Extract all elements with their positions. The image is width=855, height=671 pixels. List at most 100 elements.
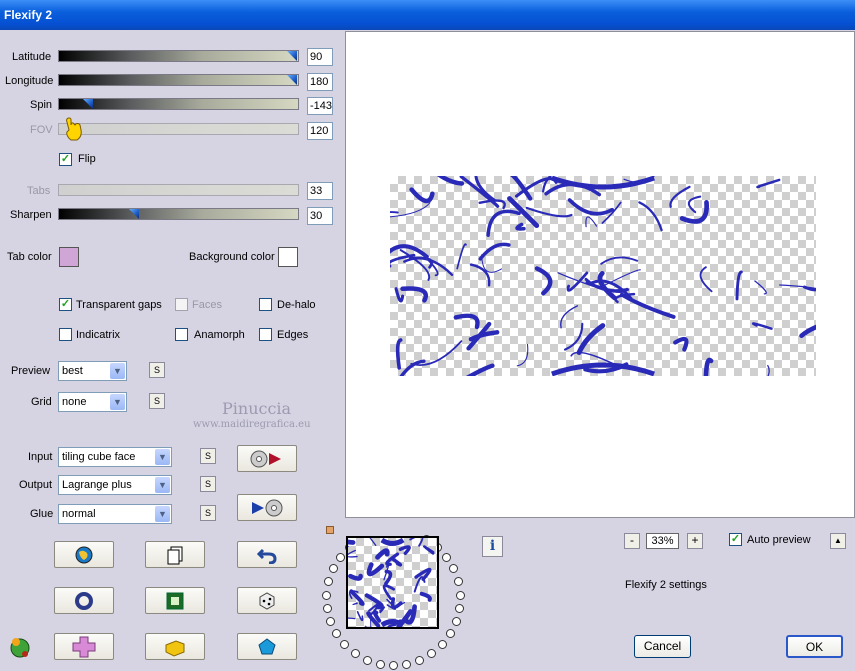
play-disc-icon — [252, 499, 283, 516]
fov-field[interactable]: 120 — [307, 122, 333, 140]
dehalo-checkbox[interactable] — [259, 298, 272, 311]
tab-color-label: Tab color — [7, 251, 52, 263]
dial-dot — [415, 655, 425, 665]
flip-label: Flip — [78, 153, 96, 165]
anamorph-label: Anamorph — [194, 329, 245, 341]
preview-s-button[interactable]: S — [149, 362, 165, 378]
dial-dot — [322, 604, 332, 614]
dial-dot — [340, 640, 350, 650]
latitude-slider[interactable] — [58, 50, 299, 62]
indicatrix-checkbox[interactable] — [59, 328, 72, 341]
latitude-thumb[interactable] — [287, 51, 297, 61]
brick-button[interactable] — [145, 633, 205, 660]
indicatrix-label: Indicatrix — [76, 329, 121, 341]
cancel-button[interactable]: Cancel — [634, 635, 691, 658]
input-select[interactable]: tiling cube face ▼ — [58, 447, 172, 467]
dial-dot — [324, 577, 334, 587]
dial-dot — [441, 552, 451, 562]
transparent-gaps-checkbox[interactable]: ✓ — [59, 298, 72, 311]
spin-thumb[interactable] — [83, 99, 93, 109]
chevron-down-icon: ▼ — [155, 506, 170, 522]
plus-shape-button[interactable] — [54, 633, 114, 660]
dial-dot — [453, 577, 463, 587]
load-input-button[interactable] — [237, 445, 297, 472]
faces-checkbox[interactable] — [175, 298, 188, 311]
auto-preview-label: Auto preview — [747, 534, 811, 546]
output-label: Output — [19, 479, 53, 491]
dial-dot — [375, 659, 385, 669]
info-button[interactable]: i — [482, 536, 503, 557]
chevron-down-icon: ▼ — [155, 477, 170, 493]
copy-button[interactable] — [145, 541, 205, 568]
tabs-slider[interactable] — [58, 184, 299, 196]
spin-slider[interactable] — [58, 98, 299, 110]
dice-icon — [259, 591, 275, 610]
randomize-button[interactable] — [54, 541, 114, 568]
background-color-swatch[interactable] — [278, 247, 298, 267]
brick-icon — [165, 639, 185, 657]
pentagon-icon — [258, 637, 276, 654]
grid-s-button[interactable]: S — [149, 393, 165, 409]
background-color-label: Background color — [189, 251, 275, 263]
ok-button[interactable]: OK — [786, 635, 843, 658]
ring-icon — [75, 591, 93, 610]
tabs-field[interactable]: 33 — [307, 182, 333, 200]
longitude-slider[interactable] — [58, 74, 299, 86]
input-s-button[interactable]: S — [200, 448, 216, 464]
longitude-field[interactable]: 180 — [307, 73, 333, 91]
sharpen-field[interactable]: 30 — [307, 207, 333, 225]
latitude-label: Latitude — [12, 51, 52, 63]
edges-checkbox[interactable] — [259, 328, 272, 341]
glue-select[interactable]: normal ▼ — [58, 504, 172, 524]
preview-art — [373, 152, 850, 394]
fov-slider[interactable] — [58, 123, 299, 135]
anamorph-checkbox[interactable] — [175, 328, 188, 341]
zoom-out-button[interactable]: - — [624, 533, 640, 549]
dial-dot — [328, 564, 338, 574]
dice-button[interactable] — [237, 587, 297, 614]
sharpen-slider[interactable] — [58, 208, 299, 220]
dial-dot — [445, 629, 455, 639]
save-output-button[interactable] — [237, 494, 297, 521]
output-select-value: Lagrange plus — [62, 479, 132, 491]
grid-select[interactable]: none ▼ — [58, 392, 127, 412]
longitude-thumb[interactable] — [287, 75, 297, 85]
chevron-down-icon: ▼ — [155, 449, 170, 465]
sharpen-label: Sharpen — [10, 209, 52, 221]
output-select[interactable]: Lagrange plus ▼ — [58, 475, 172, 495]
watermark-url: www.maidiregrafica.eu — [193, 419, 311, 430]
sharpen-thumb[interactable] — [129, 209, 139, 219]
dial-handle[interactable] — [326, 526, 334, 534]
glue-s-button[interactable]: S — [200, 505, 216, 521]
spin-field[interactable]: -143 — [307, 97, 333, 115]
dial-dot — [362, 655, 372, 665]
globe-icon — [75, 546, 93, 563]
latitude-field[interactable]: 90 — [307, 48, 333, 66]
dial-dot — [389, 661, 398, 670]
chevron-down-icon: ▼ — [110, 394, 125, 410]
chevron-down-icon: ▼ — [110, 363, 125, 379]
preview-select[interactable]: best ▼ — [58, 361, 127, 381]
transparent-gaps-label: Transparent gaps — [76, 299, 162, 311]
tab-color-swatch[interactable] — [59, 247, 79, 267]
collapse-button[interactable]: ▲ — [830, 533, 846, 549]
hand-cursor-icon — [66, 117, 82, 141]
undo-button[interactable] — [237, 541, 297, 568]
edges-label: Edges — [277, 329, 309, 341]
frame-button[interactable] — [145, 587, 205, 614]
preview-label: Preview — [11, 365, 51, 377]
dial-dot — [336, 552, 346, 562]
glue-select-value: normal — [62, 508, 96, 520]
ring-button[interactable] — [54, 587, 114, 614]
flip-checkbox[interactable]: ✓ — [59, 153, 72, 166]
zoom-in-button[interactable]: + — [687, 533, 703, 549]
dial-dot — [326, 617, 336, 627]
dial-dot — [455, 604, 465, 614]
window-title: Flexify 2 — [4, 8, 53, 22]
pentagon-button[interactable] — [237, 633, 297, 660]
preview-pane[interactable] — [345, 31, 855, 518]
dial-dot — [427, 648, 437, 658]
output-s-button[interactable]: S — [200, 476, 216, 492]
auto-preview-checkbox[interactable]: ✓ — [729, 533, 742, 546]
longitude-label: Longitude — [5, 75, 54, 87]
